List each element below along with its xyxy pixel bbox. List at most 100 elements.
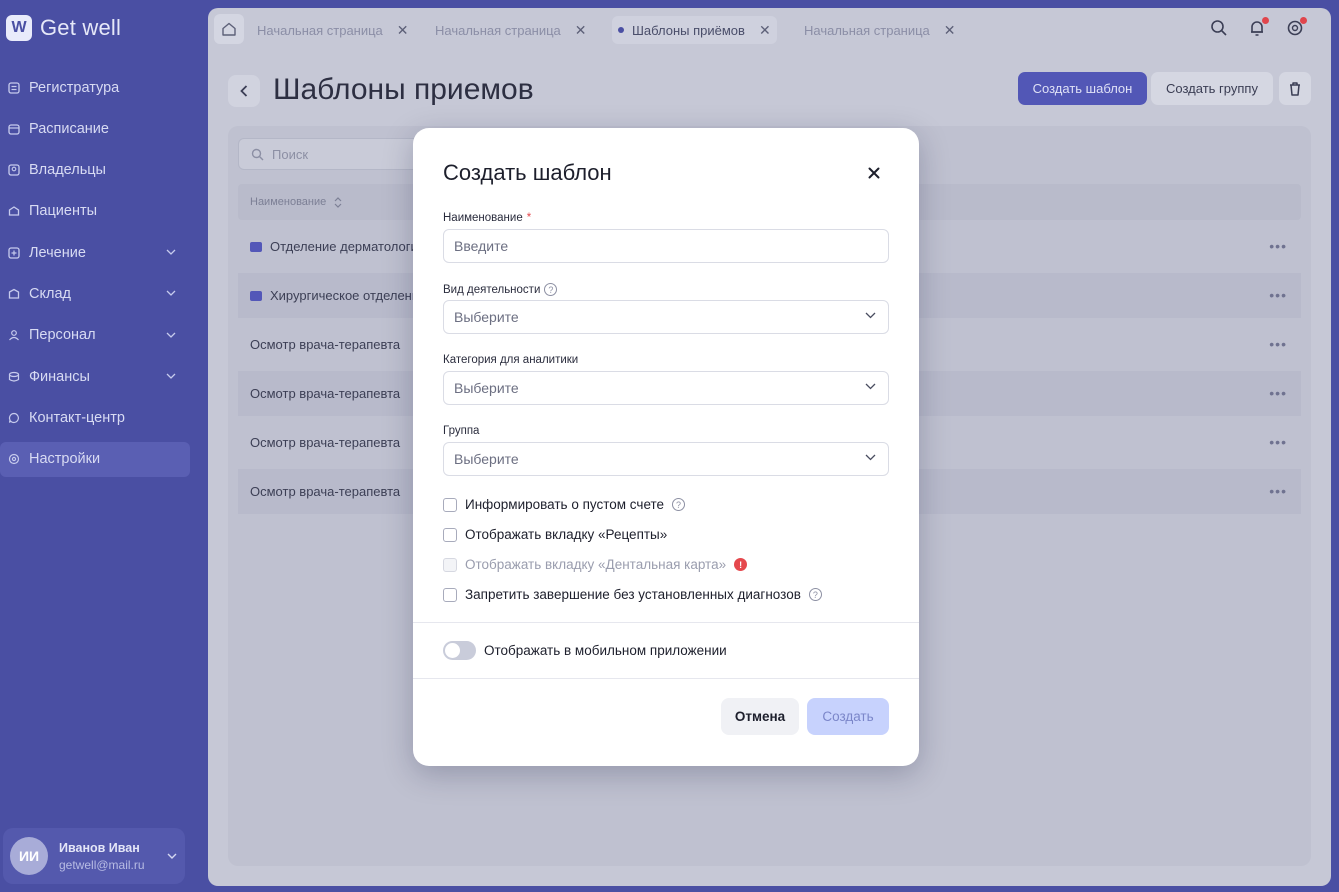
- bell-icon[interactable]: [1247, 17, 1269, 38]
- sort-icon[interactable]: [334, 196, 342, 209]
- diagnoses-label: Запретить завершение без установленных д…: [465, 587, 801, 602]
- tab-label: Начальная страница: [435, 22, 561, 38]
- sidebar-item-settings[interactable]: Настройки: [0, 441, 190, 477]
- group-select[interactable]: Выберите: [443, 442, 889, 476]
- dental-label: Отображать вкладку «Дентальная карта»: [465, 557, 727, 572]
- row-label: Осмотр врача-терапевта: [250, 337, 401, 352]
- chevron-down-icon: [166, 247, 176, 258]
- mobile-app-toggle[interactable]: [443, 641, 476, 660]
- active-dot-icon: [618, 27, 624, 33]
- tab-home-1[interactable]: Начальная страница ✕: [251, 16, 415, 44]
- chevron-down-icon: [166, 330, 176, 341]
- sidebar-item-schedule[interactable]: Расписание: [0, 111, 190, 146]
- close-icon[interactable]: ✕: [575, 22, 587, 39]
- user-name: Иванов Иван: [59, 840, 140, 855]
- dental-option: Отображать вкладку «Дентальная карта» !: [443, 557, 748, 572]
- sidebar-item-label: Персонал: [29, 327, 96, 344]
- row-label: Хирургическое отделение: [270, 288, 427, 303]
- sidebar-item-registry[interactable]: Регистратура: [0, 70, 190, 105]
- activity-select[interactable]: Выберите: [443, 300, 889, 334]
- dental-checkbox: [443, 557, 457, 572]
- column-name-header[interactable]: Наименование: [250, 196, 326, 208]
- logo-text: Get well: [40, 15, 122, 40]
- help-icon[interactable]: ?: [808, 588, 822, 601]
- toggle-knob: [445, 643, 460, 658]
- sidebar-item-label: Пациенты: [29, 203, 98, 220]
- app-logo[interactable]: W Get well: [6, 15, 121, 41]
- create-button[interactable]: Создать: [807, 698, 889, 735]
- help-icon[interactable]: ?: [672, 498, 686, 511]
- treatment-icon: [7, 246, 21, 260]
- sidebar-item-finance[interactable]: Финансы: [0, 359, 190, 394]
- tab-templates[interactable]: Шаблоны приёмов ✕: [612, 16, 777, 44]
- tab-label: Начальная страница: [257, 22, 383, 38]
- finance-icon: [7, 370, 21, 384]
- owners-icon: [7, 163, 21, 177]
- chevron-down-icon: [166, 288, 176, 299]
- diagnoses-option: Запретить завершение без установленных д…: [443, 587, 822, 602]
- create-template-button[interactable]: Создать шаблон: [1018, 72, 1147, 105]
- chevron-down-icon: [166, 371, 176, 382]
- support-icon[interactable]: [1285, 17, 1307, 38]
- more-icon[interactable]: •••: [1269, 336, 1287, 352]
- support-badge: [1300, 17, 1307, 24]
- sidebar-item-label: Настройки: [29, 451, 101, 468]
- create-group-button[interactable]: Создать группу: [1151, 72, 1273, 105]
- sidebar: W Get well Регистратура Расписание Владе…: [0, 0, 208, 892]
- category-label: Категория для аналитики: [443, 354, 578, 366]
- category-value: Выберите: [454, 380, 519, 396]
- calendar-icon: [7, 122, 21, 136]
- sidebar-item-owners[interactable]: Владельцы: [0, 153, 190, 188]
- sidebar-item-contact-center[interactable]: Контакт-центр: [0, 400, 190, 435]
- sidebar-item-patients[interactable]: Пациенты: [0, 194, 190, 229]
- search-icon[interactable]: [1209, 18, 1229, 38]
- page-header: Шаблоны приемов Создать шаблон Создать г…: [228, 72, 1311, 110]
- help-icon[interactable]: ?: [544, 283, 558, 296]
- sidebar-item-treatment[interactable]: Лечение: [0, 235, 190, 270]
- tab-home-2[interactable]: Начальная страница ✕: [429, 16, 593, 44]
- dialog-title: Создать шаблон: [443, 160, 612, 185]
- search-icon: [251, 148, 264, 160]
- name-label: Наименование *: [443, 212, 531, 224]
- cancel-button[interactable]: Отмена: [721, 698, 799, 735]
- close-icon[interactable]: ✕: [759, 22, 771, 39]
- sidebar-item-warehouse[interactable]: Склад: [0, 276, 190, 311]
- empty-bill-option: Информировать о пустом счете ?: [443, 497, 686, 512]
- more-icon[interactable]: •••: [1269, 434, 1287, 450]
- empty-bill-checkbox[interactable]: [443, 497, 457, 512]
- sidebar-item-label: Лечение: [29, 244, 86, 261]
- settings-icon: [7, 452, 21, 466]
- home-tab[interactable]: [214, 14, 244, 44]
- group-value: Выберите: [454, 451, 519, 467]
- category-select[interactable]: Выберите: [443, 371, 889, 405]
- mobile-app-label: Отображать в мобильном приложении: [484, 643, 727, 658]
- name-input[interactable]: [443, 229, 889, 263]
- home-icon: [222, 22, 236, 36]
- sidebar-item-label: Регистратура: [29, 79, 120, 96]
- close-icon[interactable]: ✕: [397, 22, 409, 39]
- sidebar-item-staff[interactable]: Персонал: [0, 318, 190, 353]
- logo-mark-icon: W: [6, 15, 32, 41]
- delete-button[interactable]: [1279, 72, 1311, 105]
- diagnoses-checkbox[interactable]: [443, 587, 457, 602]
- close-icon[interactable]: [865, 164, 883, 182]
- create-template-dialog: Создать шаблон Наименование* Вид деятель…: [413, 128, 919, 766]
- more-icon[interactable]: •••: [1269, 385, 1287, 401]
- more-icon[interactable]: •••: [1269, 238, 1287, 254]
- prescriptions-checkbox[interactable]: [443, 527, 457, 542]
- close-icon[interactable]: ✕: [944, 22, 956, 39]
- chevron-down-icon: [865, 312, 876, 319]
- alert-icon[interactable]: !: [734, 558, 748, 571]
- activity-label: Вид деятельности ?: [443, 283, 558, 296]
- required-mark: *: [526, 212, 532, 224]
- divider: [413, 678, 919, 679]
- row-label: Отделение дерматологии: [270, 239, 426, 254]
- chevron-down-icon: [865, 454, 876, 461]
- more-icon[interactable]: •••: [1269, 483, 1287, 499]
- user-menu[interactable]: ИИ Иванов Иван getwell@mail.ru: [3, 828, 185, 884]
- back-button[interactable]: [228, 75, 260, 107]
- more-icon[interactable]: •••: [1269, 287, 1287, 303]
- staff-icon: [7, 328, 21, 342]
- tab-home-3[interactable]: Начальная страница ✕: [798, 16, 962, 44]
- page-title: Шаблоны приемов: [273, 73, 534, 106]
